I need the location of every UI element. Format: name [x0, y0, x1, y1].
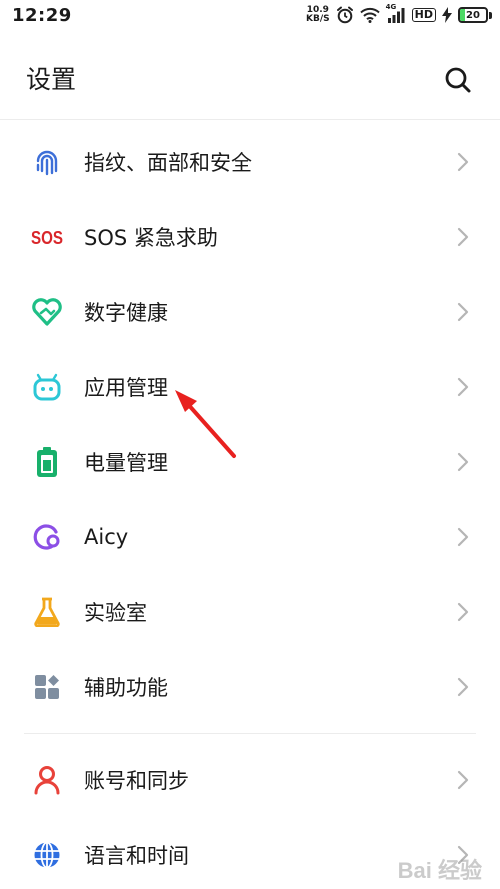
header: 设置 — [0, 32, 500, 120]
settings-item-label: 数字健康 — [84, 300, 168, 325]
status-time: 12:29 — [12, 5, 72, 26]
app-management-icon — [30, 370, 64, 404]
search-button[interactable] — [442, 64, 474, 96]
cellular-signal-icon: 4G — [385, 3, 406, 24]
settings-item-label: 实验室 — [84, 600, 147, 625]
hd-label: HD — [414, 8, 433, 21]
chevron-right-icon — [456, 376, 470, 398]
alarm-icon — [336, 6, 354, 24]
settings-item-aicy[interactable]: Aicy — [0, 499, 500, 574]
network-type-label: 4G — [385, 3, 397, 11]
fingerprint-icon — [30, 145, 64, 179]
charging-bolt-icon — [442, 7, 452, 23]
settings-item-account[interactable]: 账号和同步 — [0, 742, 500, 817]
page-title: 设置 — [26, 65, 77, 94]
settings-item-label: 账号和同步 — [84, 768, 189, 793]
aicy-icon — [30, 520, 64, 554]
battery-level: 20 — [466, 9, 480, 21]
battery-management-icon — [30, 445, 64, 479]
settings-item-label: 电量管理 — [84, 450, 168, 475]
svg-text:SOS: SOS — [31, 228, 63, 248]
hd-icon: HD — [411, 8, 436, 22]
settings-item-sos[interactable]: SOS SOS 紧急求助 — [0, 199, 500, 274]
settings-item-battery-management[interactable]: 电量管理 — [0, 424, 500, 499]
wifi-icon — [359, 7, 380, 23]
digital-health-icon — [30, 295, 64, 329]
settings-item-app-management[interactable]: 应用管理 — [0, 349, 500, 424]
battery-fill — [460, 9, 466, 21]
network-speed: 10.9 KB/S — [306, 6, 330, 24]
sos-icon: SOS — [30, 220, 64, 254]
battery-icon: 20 — [458, 7, 492, 23]
settings-item-accessibility[interactable]: 辅助功能 — [0, 649, 500, 724]
lab-flask-icon — [30, 595, 64, 629]
chevron-right-icon — [456, 601, 470, 623]
chevron-right-icon — [456, 451, 470, 473]
globe-icon — [30, 838, 64, 872]
settings-item-label: 指纹、面部和安全 — [84, 150, 252, 175]
settings-item-label: 语言和时间 — [84, 843, 189, 868]
settings-item-label: Aicy — [84, 524, 129, 549]
chevron-right-icon — [456, 676, 470, 698]
settings-item-fingerprint[interactable]: 指纹、面部和安全 — [0, 124, 500, 199]
section-divider — [24, 733, 476, 734]
watermark: Bai 经验 — [397, 858, 482, 883]
chevron-right-icon — [456, 226, 470, 248]
chevron-right-icon — [456, 769, 470, 791]
accessibility-icon — [30, 670, 64, 704]
network-speed-unit: KB/S — [306, 14, 330, 24]
settings-item-label: 应用管理 — [84, 375, 168, 400]
status-bar: 12:29 10.9 KB/S 4G HD 20 — [0, 0, 500, 32]
account-icon — [30, 763, 64, 797]
header-divider — [0, 119, 500, 120]
search-icon — [445, 67, 471, 93]
settings-item-lab-flask[interactable]: 实验室 — [0, 574, 500, 649]
settings-item-digital-health[interactable]: 数字健康 — [0, 274, 500, 349]
chevron-right-icon — [456, 526, 470, 548]
settings-item-label: 辅助功能 — [84, 675, 168, 700]
chevron-right-icon — [456, 301, 470, 323]
settings-item-label: SOS 紧急求助 — [84, 225, 218, 250]
chevron-right-icon — [456, 151, 470, 173]
status-icons: 10.9 KB/S 4G HD 20 — [306, 3, 492, 26]
